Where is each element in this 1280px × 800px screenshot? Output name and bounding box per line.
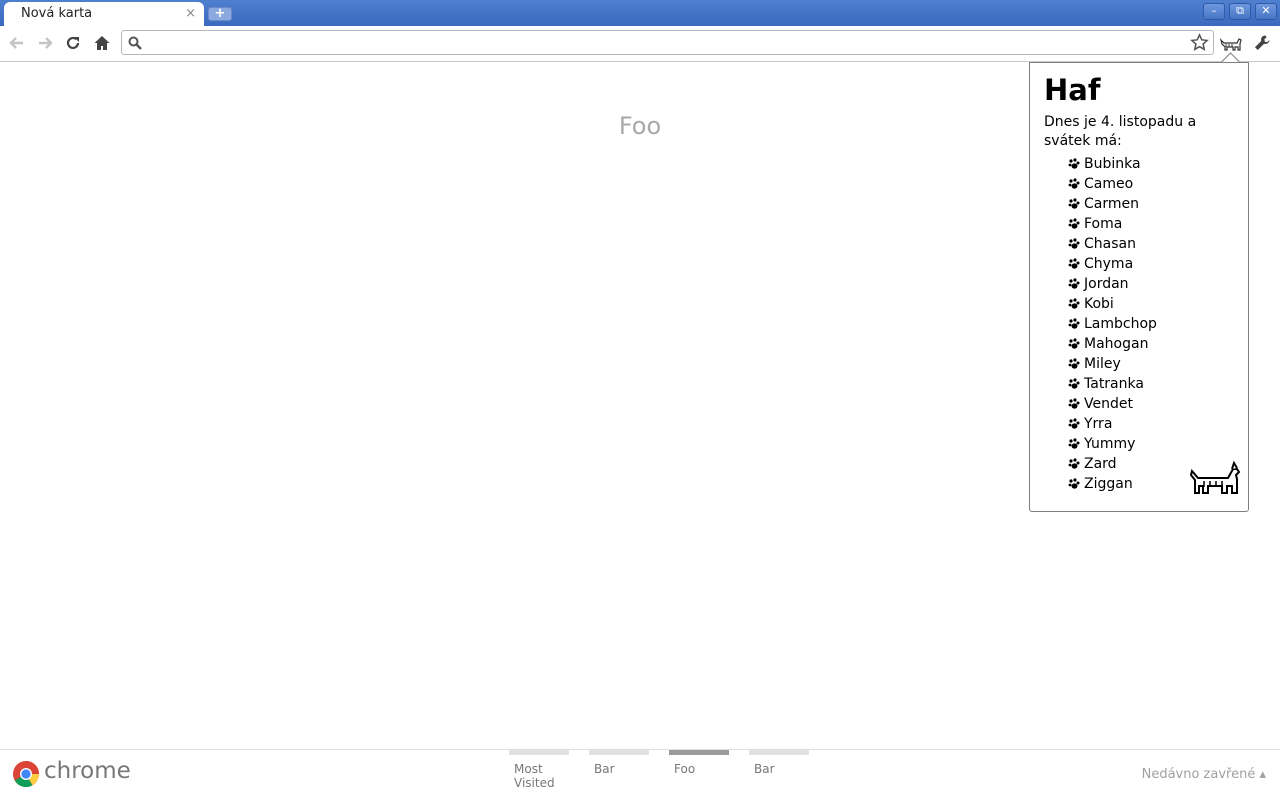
list-item-label: Chasan	[1084, 236, 1136, 252]
list-item: Bubinka	[1068, 154, 1157, 174]
paw-icon	[1068, 398, 1080, 409]
list-item: Kobi	[1068, 294, 1157, 314]
tab-new-tab[interactable]: Nová karta ×	[4, 2, 204, 26]
chrome-brand: chrome	[44, 758, 131, 784]
extension-popup: Haf Dnes je 4. listopadu a svátek má: Bu…	[1029, 62, 1249, 512]
paw-icon	[1068, 238, 1080, 249]
list-item-label: Lambchop	[1084, 316, 1157, 332]
paw-icon	[1068, 218, 1080, 229]
paw-icon	[1068, 178, 1080, 189]
list-item: Yummy	[1068, 434, 1157, 454]
close-window-button[interactable]: ✕	[1255, 3, 1277, 20]
popup-intro: Dnes je 4. listopadu a svátek má:	[1044, 114, 1197, 149]
tab-close-button[interactable]: ×	[185, 6, 196, 22]
pane-indicator	[509, 750, 569, 755]
paw-icon	[1068, 278, 1080, 289]
list-item: Chyma	[1068, 254, 1157, 274]
pane-indicator	[669, 750, 729, 755]
list-item: Jordan	[1068, 274, 1157, 294]
list-item-label: Bubinka	[1084, 156, 1141, 172]
star-icon[interactable]	[1190, 33, 1209, 52]
tab-title: Nová karta	[21, 6, 93, 21]
paw-icon	[1068, 158, 1080, 169]
list-item: Zard	[1068, 454, 1157, 474]
paw-icon	[1068, 418, 1080, 429]
reload-icon[interactable]	[61, 31, 85, 55]
paw-icon	[1068, 258, 1080, 269]
pane-tab[interactable]: Foo	[669, 750, 729, 776]
extension-dog-icon[interactable]	[1219, 31, 1243, 55]
list-item-label: Chyma	[1084, 256, 1134, 272]
pane-indicator	[589, 750, 649, 755]
paw-icon	[1068, 198, 1080, 209]
pane-label: Most Visited	[514, 762, 555, 790]
chrome-logo-icon	[13, 761, 40, 788]
forward-icon[interactable]	[33, 31, 57, 55]
paw-icon	[1068, 358, 1080, 369]
list-item: Vendet	[1068, 394, 1157, 414]
name-list: Bubinka Cameo Carmen Foma Chasan Chyma Jordan K…	[1068, 154, 1157, 494]
bottom-bar: chrome Most Visited Bar Foo Bar Nedávno zav…	[0, 749, 1280, 800]
list-item-label: Cameo	[1084, 176, 1134, 192]
list-item-label: Carmen	[1084, 196, 1139, 212]
list-item-label: Foma	[1084, 216, 1123, 232]
list-item-label: Jordan	[1084, 276, 1129, 292]
list-item: Cameo	[1068, 174, 1157, 194]
pane-tab[interactable]: Bar	[749, 750, 809, 776]
pane-tab[interactable]: Most Visited	[509, 750, 569, 790]
list-item-label: Kobi	[1084, 296, 1114, 312]
pane-indicator	[749, 750, 809, 755]
list-item: Ziggan	[1068, 474, 1157, 494]
paw-icon	[1068, 478, 1080, 489]
pane-label: Bar	[754, 762, 775, 776]
paw-icon	[1068, 438, 1080, 449]
restore-button[interactable]: ⧉	[1229, 3, 1251, 20]
list-item: Tatranka	[1068, 374, 1157, 394]
pane-label: Foo	[674, 762, 696, 776]
list-item: Miley	[1068, 354, 1157, 374]
list-item: Mahogan	[1068, 334, 1157, 354]
search-icon	[128, 36, 142, 50]
list-item-label: Ziggan	[1084, 476, 1133, 492]
wrench-icon[interactable]	[1250, 31, 1274, 55]
paw-icon	[1068, 338, 1080, 349]
list-item-label: Vendet	[1084, 396, 1133, 412]
list-item: Lambchop	[1068, 314, 1157, 334]
paw-icon	[1068, 458, 1080, 469]
list-item: Carmen	[1068, 194, 1157, 214]
list-item-label: Zard	[1084, 456, 1117, 472]
list-item-label: Tatranka	[1084, 376, 1144, 392]
minimize-button[interactable]: –	[1203, 3, 1225, 20]
list-item: Yrra	[1068, 414, 1157, 434]
home-icon[interactable]	[90, 31, 114, 55]
back-icon[interactable]	[5, 31, 29, 55]
recently-closed-menu[interactable]: Nedávno zavřené ▴	[1142, 767, 1266, 782]
list-item-label: Yummy	[1084, 436, 1136, 452]
pane-label: Bar	[594, 762, 615, 776]
dog-icon	[1190, 460, 1241, 494]
list-item-label: Miley	[1084, 356, 1121, 372]
popup-heading: Haf	[1044, 73, 1101, 107]
paw-icon	[1068, 378, 1080, 389]
title-bar: Nová karta × + – ⧉ ✕	[0, 0, 1280, 26]
toolbar	[0, 26, 1280, 62]
list-item: Chasan	[1068, 234, 1157, 254]
omnibox-input[interactable]	[148, 33, 1182, 54]
pane-tab[interactable]: Bar	[589, 750, 649, 776]
paw-icon	[1068, 318, 1080, 329]
new-tab-button[interactable]: +	[208, 7, 232, 21]
list-item-label: Mahogan	[1084, 336, 1149, 352]
paw-icon	[1068, 298, 1080, 309]
omnibox[interactable]	[121, 30, 1214, 55]
list-item: Foma	[1068, 214, 1157, 234]
list-item-label: Yrra	[1084, 416, 1113, 432]
